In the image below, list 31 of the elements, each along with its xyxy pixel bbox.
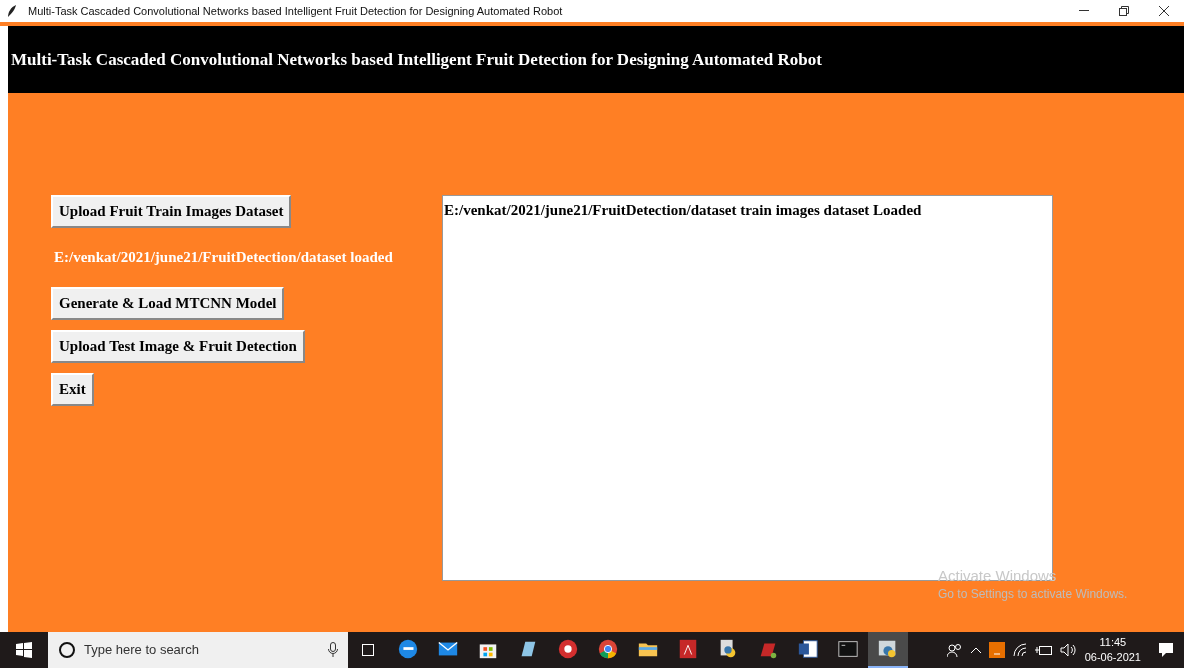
search-input[interactable]: Type here to search — [84, 640, 328, 660]
minimize-icon — [1079, 10, 1089, 12]
microphone-icon — [328, 642, 338, 658]
wifi-icon — [1011, 643, 1028, 657]
clock-date: 06-06-2021 — [1084, 650, 1141, 665]
taskbar-app-button[interactable] — [868, 632, 908, 668]
action-button[interactable]: Generate & Load MTCNN Model — [51, 286, 285, 320]
chevron-up-icon — [969, 646, 982, 654]
action-button[interactable]: Upload Test Image & Fruit Detection — [51, 329, 305, 363]
status-text: E:/venkat/2021/june21/FruitDetection/dataset loaded — [53, 248, 393, 267]
header-title: Multi-Task Cascaded Convolutional Networks based Intelligent Fruit Detection for Designing Automated Robot — [11, 48, 822, 71]
clock-time: 11:45 — [1099, 635, 1127, 650]
output-text: E:/venkat/2021/june21/FruitDetection/dataset train images dataset Loaded — [444, 202, 922, 218]
action-button[interactable]: Upload Fruit Train Images Dataset — [51, 195, 292, 228]
restore-icon — [1119, 6, 1129, 16]
windows-logo-icon — [16, 642, 32, 658]
speaker-icon — [1059, 643, 1078, 657]
battery-icon — [1034, 644, 1053, 656]
search-icon — [58, 641, 76, 659]
people-icon — [946, 643, 963, 657]
activation-subtitle: Go to Settings to activate Windows. — [938, 586, 1128, 603]
terminal-icon — [837, 638, 859, 660]
task-view-icon — [359, 643, 377, 657]
action-button[interactable]: Exit — [51, 372, 94, 406]
disc-icon — [557, 638, 579, 660]
close-icon — [1159, 6, 1169, 16]
message-icon — [1158, 642, 1174, 658]
document-icon — [677, 638, 699, 660]
feather-icon — [6, 4, 18, 18]
search-field[interactable]: Type here to search — [48, 632, 348, 668]
window-title: Multi-Task Cascaded Convolutional Networks based Intelligent Fruit Detection for Designing Automated Robot — [28, 3, 563, 19]
